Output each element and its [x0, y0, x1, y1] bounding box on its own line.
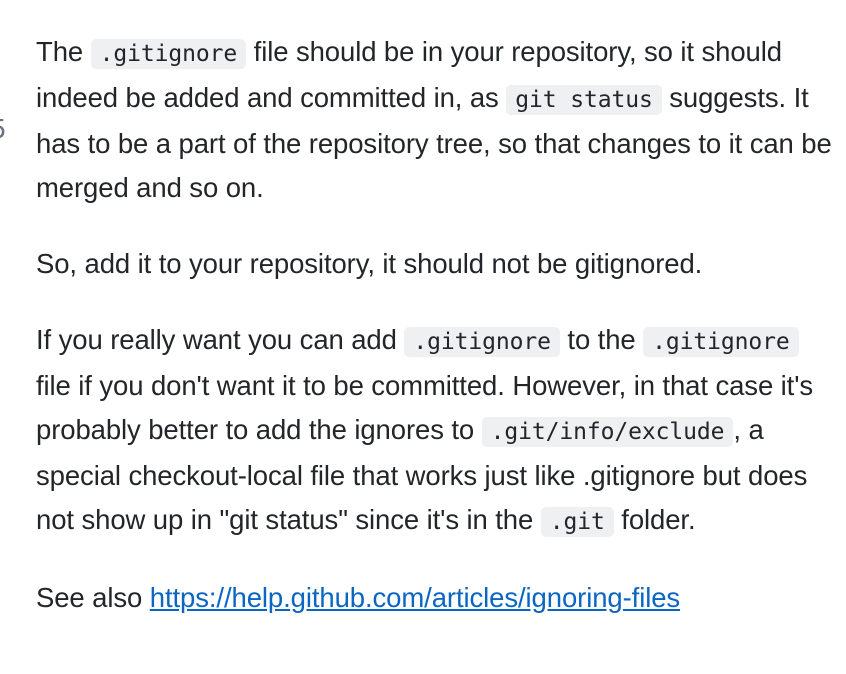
text: See also [36, 582, 150, 613]
paragraph-gitignore-in-repo: The .gitignore file should be in your re… [36, 30, 836, 210]
inline-code: .gitignore [404, 327, 560, 357]
paragraph-see-also: See also https://help.github.com/article… [36, 576, 836, 620]
text: folder. [613, 504, 696, 535]
inline-code: .git [540, 507, 614, 537]
text: If you really want you can add [36, 324, 405, 355]
paragraph-exclude-option: If you really want you can add .gitignor… [36, 318, 836, 544]
inline-code: .git/info/exclude [481, 417, 734, 447]
answer-body: The .gitignore file should be in your re… [36, 30, 836, 652]
text: to the [559, 324, 644, 355]
inline-code: .gitignore [90, 39, 247, 69]
text: So, add it to your repository, it should… [36, 248, 703, 279]
vote-count-fragment: 5 [0, 113, 6, 145]
inline-code: git status [506, 85, 662, 115]
paragraph-add-to-repo: So, add it to your repository, it should… [36, 242, 836, 286]
github-ignoring-files-link[interactable]: https://help.github.com/articles/ignorin… [150, 582, 680, 613]
text: The [36, 36, 91, 67]
inline-code: .gitignore [643, 327, 799, 357]
